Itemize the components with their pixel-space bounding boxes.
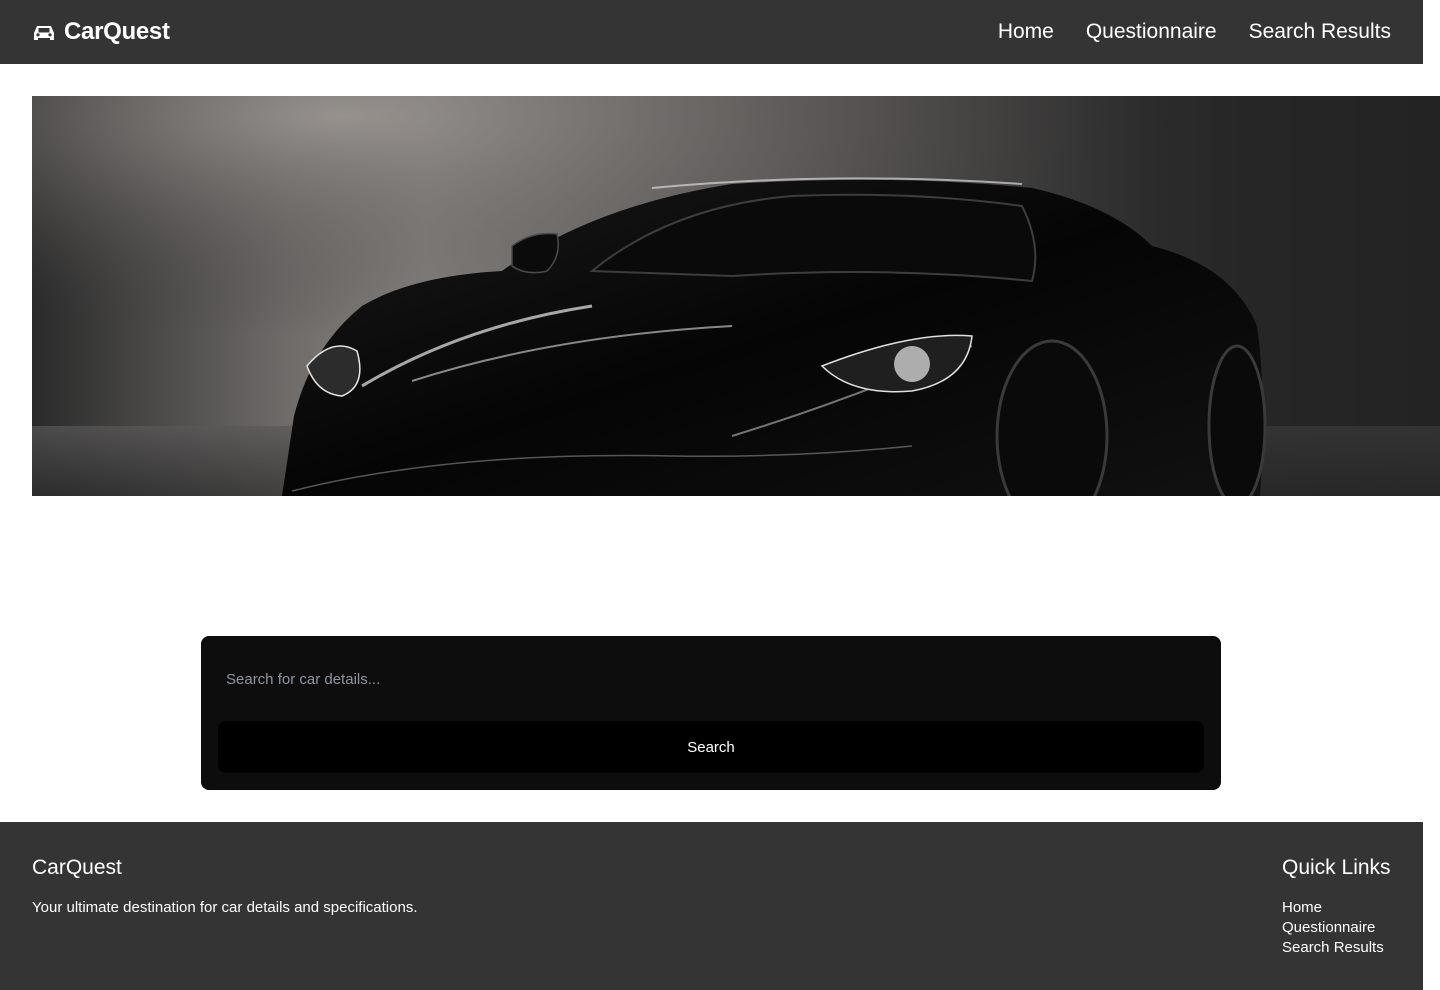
nav-link-home[interactable]: Home: [998, 20, 1054, 44]
sports-car-illustration: [32, 96, 1440, 496]
nav-link-questionnaire[interactable]: Questionnaire: [1086, 20, 1217, 44]
hero-image: [32, 96, 1440, 496]
brand-name: CarQuest: [64, 18, 170, 45]
footer-description: Your ultimate destination for car detail…: [32, 899, 418, 916]
footer-quick-links: Quick Links Home Questionnaire Search Re…: [1282, 854, 1424, 990]
quick-links-list: Home Questionnaire Search Results: [1282, 898, 1424, 958]
search-panel: Search: [201, 636, 1221, 790]
footer-title: CarQuest: [32, 856, 122, 879]
main-nav: Home Questionnaire Search Results: [998, 20, 1391, 44]
navbar: CarQuest Home Questionnaire Search Resul…: [0, 0, 1423, 64]
footer-about: CarQuest Your ultimate destination for c…: [32, 854, 418, 990]
search-input[interactable]: [218, 653, 1204, 705]
quick-links-title: Quick Links: [1282, 856, 1391, 879]
brand-logo[interactable]: CarQuest: [32, 18, 170, 46]
search-button[interactable]: Search: [218, 721, 1204, 773]
quick-link-home[interactable]: Home: [1282, 898, 1424, 918]
car-icon: [32, 22, 56, 42]
quick-link-search-results[interactable]: Search Results: [1282, 938, 1424, 958]
nav-link-search-results[interactable]: Search Results: [1249, 20, 1391, 44]
footer: CarQuest Your ultimate destination for c…: [0, 822, 1423, 990]
quick-link-questionnaire[interactable]: Questionnaire: [1282, 918, 1424, 938]
